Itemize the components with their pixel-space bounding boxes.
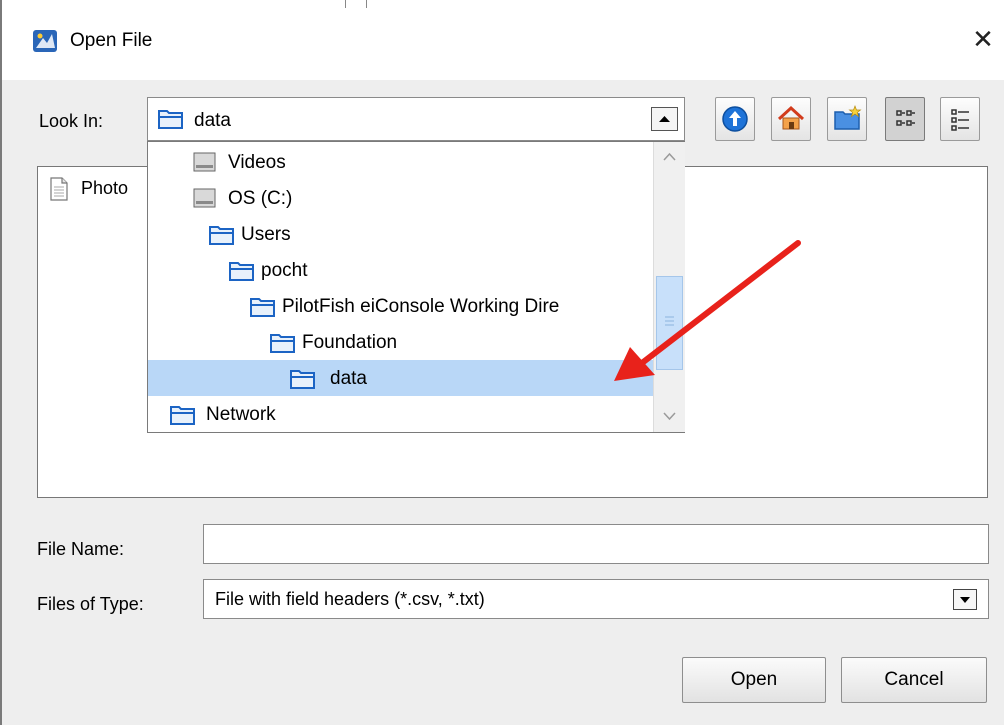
dropdown-item-videos[interactable]: Videos (148, 144, 653, 180)
dropdown-item-label: Users (241, 224, 291, 245)
dropdown-item-os-c[interactable]: OS (C:) (148, 180, 653, 216)
folder-icon (158, 107, 184, 131)
annotation-arrow (600, 235, 815, 395)
combo-arrow-button[interactable] (651, 107, 678, 131)
dropdown-item-label: Videos (228, 152, 286, 173)
dropdown-item-data[interactable]: data (148, 360, 653, 396)
file-name-input[interactable] (203, 524, 989, 564)
new-folder-button[interactable] (827, 97, 867, 141)
home-button[interactable] (771, 97, 811, 141)
folder-icon (170, 403, 196, 427)
background-window-edge (345, 0, 367, 8)
dropdown-item-label: Network (206, 404, 276, 425)
list-view-button[interactable] (885, 97, 925, 141)
look-in-combo[interactable]: data (147, 97, 685, 141)
file-name-label: File Name: (37, 539, 125, 559)
files-of-type-combo[interactable]: File with field headers (*.csv, *.txt) (203, 579, 989, 619)
list-item[interactable]: Photo (81, 178, 128, 199)
list-view-icon (896, 110, 915, 126)
folder-icon (229, 259, 255, 283)
cancel-button[interactable]: Cancel (841, 657, 987, 703)
dropdown-item-label: Foundation (302, 332, 398, 353)
dropdown-item-label: pocht (261, 260, 308, 281)
document-icon (49, 177, 69, 201)
dropdown-item-foundation[interactable]: Foundation (148, 324, 653, 360)
drive-icon (193, 151, 217, 173)
look-in-label: Look In: (39, 111, 104, 131)
dropdown-item-pilotfish[interactable]: PilotFish eiConsole Working Dire (148, 288, 653, 324)
caret-up-icon (659, 116, 670, 122)
window-title: Open File (70, 30, 153, 51)
folder-icon (250, 295, 276, 319)
details-view-button[interactable] (940, 97, 980, 141)
scroll-down-icon[interactable] (656, 405, 683, 427)
close-icon[interactable]: ✕ (968, 24, 998, 54)
files-of-type-value: File with field headers (*.csv, *.txt) (215, 589, 485, 609)
look-in-value: data (194, 110, 231, 131)
dropdown-item-users[interactable]: Users (148, 216, 653, 252)
dropdown-item-pocht[interactable]: pocht (148, 252, 653, 288)
folder-icon (209, 223, 235, 247)
files-of-type-label: Files of Type: (37, 594, 144, 614)
scroll-up-icon[interactable] (656, 146, 683, 168)
dropdown-item-label: data (330, 368, 367, 389)
dropdown-item-label: PilotFish eiConsole Working Dire (282, 296, 560, 317)
type-dropdown-button[interactable] (953, 589, 977, 610)
caret-down-icon (960, 597, 970, 603)
new-folder-icon (834, 105, 862, 130)
app-icon (33, 28, 59, 54)
folder-icon (270, 331, 296, 355)
dropdown-item-network[interactable]: Network (148, 396, 653, 432)
details-view-icon (951, 109, 969, 131)
folder-icon (290, 367, 316, 391)
drive-icon (193, 187, 217, 209)
open-button[interactable]: Open (682, 657, 826, 703)
dropdown-item-label: OS (C:) (228, 188, 293, 209)
arrow-up-circle-icon (722, 106, 748, 132)
up-one-level-button[interactable] (715, 97, 755, 141)
home-icon (777, 105, 805, 130)
